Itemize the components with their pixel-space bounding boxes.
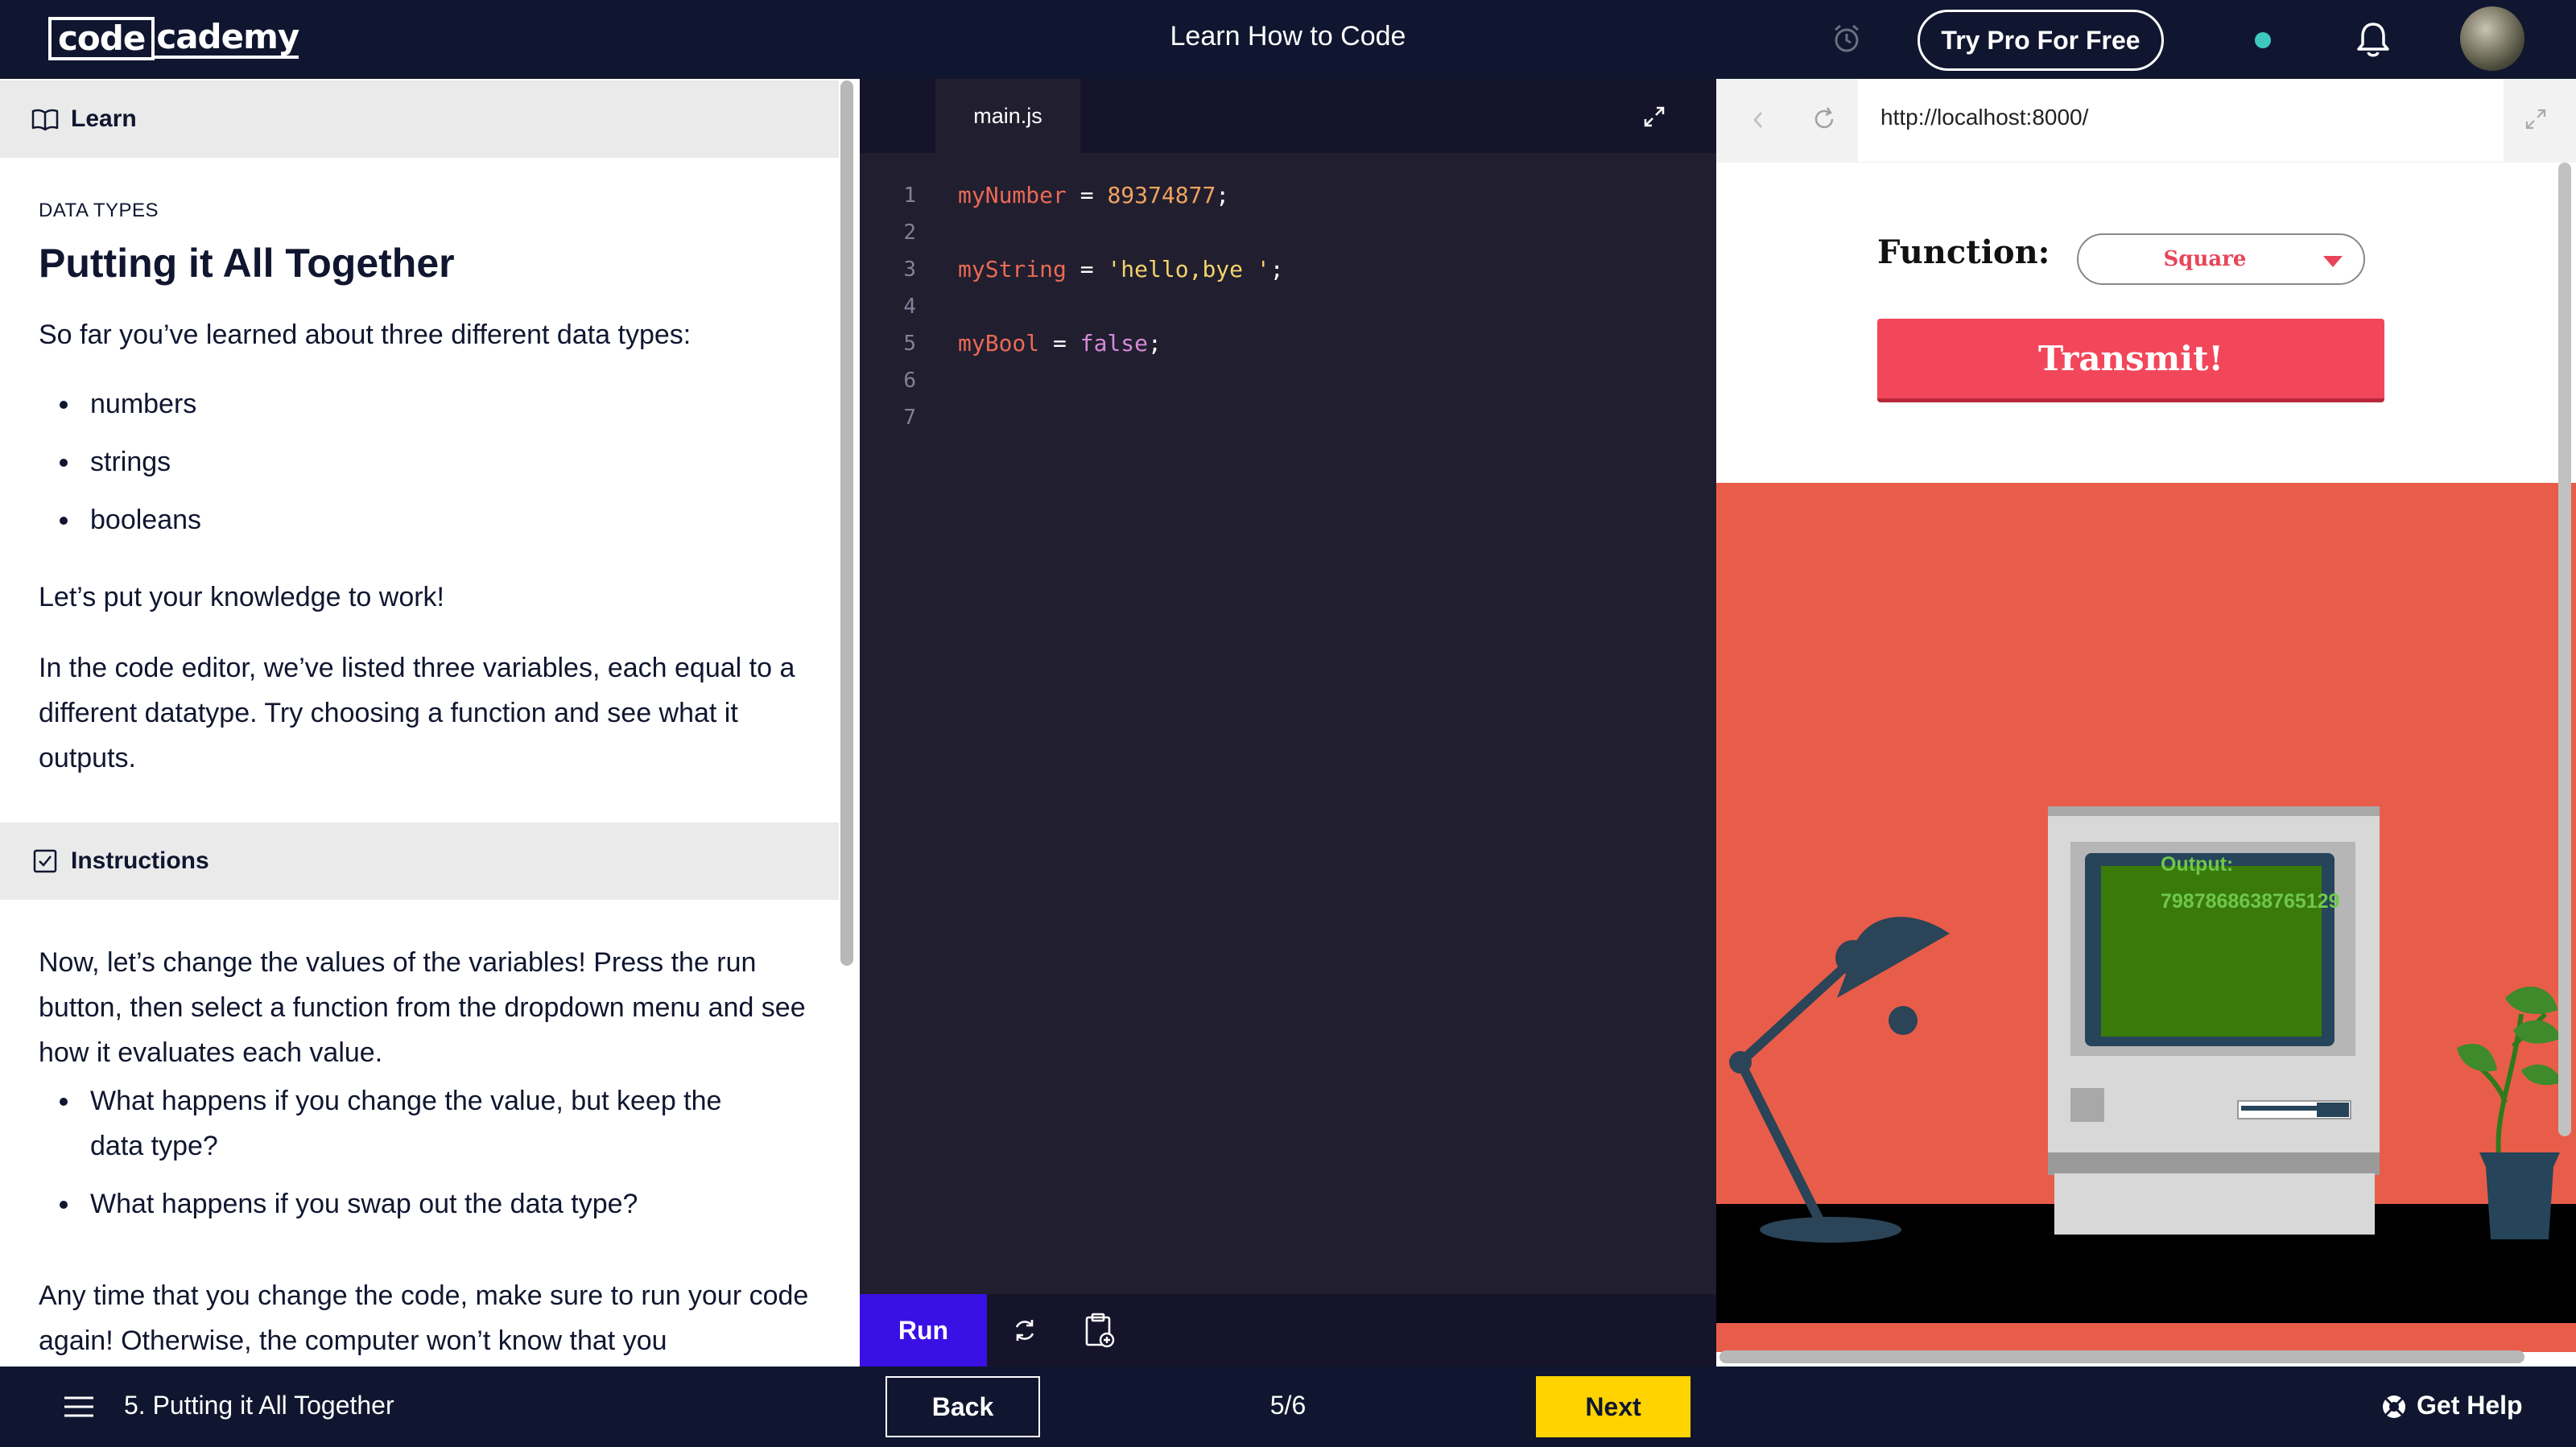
course-title: Learn How to Code [1170,21,1406,52]
code-line: 5 myBool = false; [860,325,1716,362]
computer-scene-illustration [1716,483,2576,1352]
codecademy-logo[interactable]: code cademy [48,16,299,61]
lesson-paragraph: Let’s put your knowledge to work! [39,582,444,612]
function-label: Function: [1877,233,2050,271]
tab-main-js[interactable]: main.js [935,79,1080,153]
run-button[interactable]: Run [860,1294,987,1367]
code-token: 'hello,bye ' [1107,256,1270,282]
reload-icon[interactable] [1810,105,1839,134]
code-token: myNumber [958,182,1067,208]
transmit-button[interactable]: Transmit! [1877,319,2384,402]
status-dot [2255,32,2271,48]
learn-panel: Learn DATA TYPES Putting it All Together… [0,79,860,1367]
lesson-paragraph: In the code editor, we’ve listed three v… [39,653,795,773]
book-icon [31,109,59,131]
top-bar: code cademy Learn How to Code Try Pro For… [0,0,2576,79]
left-panel-scrollbar[interactable] [840,80,853,966]
expand-icon[interactable] [1641,103,1668,130]
code-token: myBool [958,330,1040,357]
line-number: 3 [903,258,916,282]
help-lifebuoy-icon[interactable] [2381,1394,2407,1420]
list-item: What happens if you swap out the data ty… [39,1181,763,1226]
editor-tabs: main.js [860,79,1716,153]
line-number: 1 [903,183,916,208]
line-number: 4 [903,295,916,319]
code-line: 4 [860,288,1716,325]
code-token: 89374877 [1107,182,1216,208]
browser-vertical-scrollbar[interactable] [2558,163,2571,1136]
code-token: = [1066,256,1108,282]
get-help-button[interactable]: Get Help [2417,1391,2523,1420]
function-selected: Square [2163,247,2247,271]
code-token: false [1080,330,1149,357]
lesson-intro: So far you’ve learned about three differ… [39,319,691,350]
line-number: 6 [903,369,916,393]
code-line: 2 [860,214,1716,251]
next-button[interactable]: Next [1536,1376,1690,1437]
code-line: 3 myString = 'hello,bye '; [860,251,1716,288]
list-item: What happens if you change the value, bu… [39,1078,763,1169]
url-field[interactable]: http://localhost:8000/ [1880,105,2088,130]
learn-header[interactable]: Learn [0,80,839,158]
line-number: 2 [903,221,916,245]
list-item: numbers [39,381,811,427]
code-line: 7 [860,399,1716,436]
code-token: ; [1269,256,1284,282]
line-number: 5 [903,332,916,356]
try-pro-button[interactable]: Try Pro For Free [1918,10,2164,71]
clipboard-icon[interactable] [1084,1312,1116,1349]
instructions-header[interactable]: Instructions [0,822,839,900]
code-token: myString [958,256,1067,282]
instructions-label: Instructions [71,847,209,874]
function-dropdown[interactable]: Square [2077,233,2365,285]
user-avatar[interactable] [2460,6,2524,71]
output-value: 7987868638765129 [2161,890,2340,913]
lesson-name[interactable]: 5. Putting it All Together [124,1391,394,1420]
list-item: strings [39,439,811,484]
code-token: = [1066,182,1108,208]
list-item: booleans [39,497,811,542]
instructions-paragraph: Now, let’s change the values of the vari… [39,947,806,1068]
code-editor: main.js 1 myNumber = 89374877; 2 3 myStr… [860,79,1716,1367]
instructions-paragraph: Any time that you change the code, make … [39,1280,809,1356]
instructions-questions: What happens if you change the value, bu… [39,1078,763,1226]
output-label: Output: [2161,853,2234,876]
expand-icon[interactable] [2523,106,2549,132]
hamburger-menu-icon[interactable] [63,1394,95,1420]
checkbox-icon [33,849,57,873]
browser-toolbar: http://localhost:8000/ [1716,79,2576,163]
code-token: ; [1216,182,1230,208]
dropdown-caret-icon [2323,256,2343,267]
browser-horizontal-scrollbar[interactable] [1719,1350,2524,1363]
code-line: 1 myNumber = 89374877; [860,177,1716,214]
back-button[interactable]: Back [886,1376,1040,1437]
data-types-list: numbers strings booleans [39,381,811,542]
browser-preview: http://localhost:8000/ Function: Square … [1716,79,2576,1367]
code-area[interactable]: 1 myNumber = 89374877; 2 3 myString = 'h… [860,177,1716,436]
logo-code: code [48,17,155,60]
lesson-kicker: DATA TYPES [39,200,159,221]
code-token: ; [1148,330,1162,357]
run-bar: Run [860,1294,1716,1367]
bottom-bar: 5. Putting it All Together Back 5/6 Next… [0,1367,2576,1447]
code-line: 6 [860,362,1716,399]
lesson-progress: 5/6 [1269,1391,1307,1420]
code-token: = [1039,330,1080,357]
reset-icon[interactable] [1009,1315,1040,1346]
notification-bell-icon[interactable] [2354,19,2392,60]
alarm-clock-icon[interactable] [1831,23,1863,55]
logo-rest: cademy [155,19,299,59]
line-number: 7 [903,406,916,430]
lesson-title: Putting it All Together [39,241,455,286]
learn-label: Learn [71,105,137,132]
back-arrow-icon[interactable] [1747,106,1769,134]
